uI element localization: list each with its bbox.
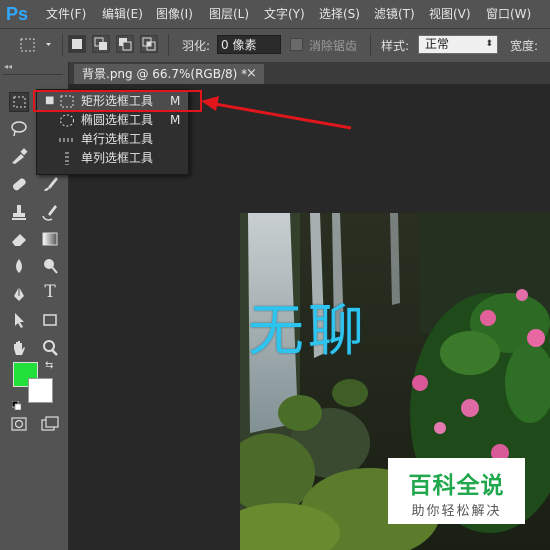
rect-marquee-icon <box>20 38 51 52</box>
width-label: 宽度: <box>510 39 539 53</box>
pen-icon <box>14 287 24 301</box>
new-selection-button[interactable] <box>68 35 86 53</box>
clone-stamp-tool[interactable] <box>9 202 29 222</box>
antialias-label: 消除锯齿 <box>309 39 358 53</box>
eraser-icon <box>12 234 26 246</box>
toolbox-collapse-button[interactable]: ◂◂ <box>4 62 12 71</box>
new-selection-icon <box>72 39 82 49</box>
rect-marquee-icon <box>13 96 26 108</box>
watermark-subtitle: 助你轻松解决 <box>411 504 502 519</box>
flyout-item-shortcut: M <box>170 113 181 127</box>
select-arrow-icon: ⬍ <box>485 39 493 49</box>
subtract-selection-button[interactable] <box>116 35 134 53</box>
flyout-item-label: 椭圆选框工具 <box>81 113 154 127</box>
add-selection-icon <box>94 37 107 50</box>
flyout-item-single-column-marquee[interactable]: 单列选框工具 <box>37 149 188 168</box>
quick-mask-button[interactable] <box>9 414 29 434</box>
brush-icon <box>44 177 58 191</box>
flyout-item-label: 单行选框工具 <box>81 132 154 146</box>
default-colors-icon[interactable] <box>11 395 22 411</box>
feather-input[interactable]: 0 像素 <box>217 35 281 54</box>
intersect-selection-button[interactable] <box>140 35 158 53</box>
separator <box>3 74 63 75</box>
magnifier-icon <box>43 340 58 356</box>
flyout-item-ellipse-marquee[interactable]: 椭圆选框工具 M <box>37 111 188 130</box>
single-row-marquee-icon <box>59 138 75 142</box>
subtract-selection-icon <box>119 38 132 51</box>
lasso-tool[interactable] <box>9 119 29 139</box>
history-brush-icon <box>42 205 57 221</box>
hand-icon <box>14 341 25 355</box>
watermark-title: 百科全说 <box>408 473 505 499</box>
annotation-arrow <box>201 96 352 130</box>
eyedropper-icon <box>12 148 28 164</box>
pen-tool[interactable] <box>9 284 29 304</box>
tool-preset-picker[interactable] <box>18 36 56 54</box>
watermark: 百科全说 助你轻松解决 <box>388 458 525 524</box>
bandage-icon <box>12 178 26 191</box>
document-tab-strip: 背景.png @ 66.7%(RGB/8) * × <box>69 62 550 84</box>
history-brush-tool[interactable] <box>40 202 60 222</box>
separator <box>168 34 169 56</box>
photoshop-logo: Ps <box>6 4 29 24</box>
menu-type[interactable]: 文字(Y) <box>264 5 305 22</box>
feather-label: 羽化: <box>182 39 211 53</box>
canvas-text-layer: 无聊 <box>248 299 368 364</box>
gradient-icon <box>42 232 58 246</box>
annotation-highlight-box <box>33 90 202 112</box>
gradient-tool[interactable] <box>40 229 60 249</box>
style-value: 正常 <box>425 37 450 51</box>
brush-tool[interactable] <box>40 174 60 194</box>
zoom-tool[interactable] <box>40 338 60 358</box>
single-column-marquee-icon <box>65 152 69 165</box>
rectangle-shape-tool[interactable] <box>40 310 60 330</box>
type-icon: T <box>44 282 56 302</box>
menu-edit[interactable]: 编辑(E) <box>102 5 143 22</box>
path-selection-tool[interactable] <box>9 310 29 330</box>
style-label: 样式: <box>381 39 410 53</box>
options-bar: 羽化: 0 像素 消除锯齿 样式: 正常 ⬍ 宽度: <box>0 29 550 63</box>
menu-file[interactable]: 文件(F) <box>46 5 86 22</box>
dodge-icon <box>44 259 58 274</box>
lasso-icon <box>11 121 27 137</box>
add-selection-button[interactable] <box>92 35 110 53</box>
hand-tool[interactable] <box>9 338 29 358</box>
dodge-tool[interactable] <box>40 256 60 276</box>
menu-select[interactable]: 选择(S) <box>319 5 360 22</box>
flyout-item-label: 单列选框工具 <box>81 151 154 165</box>
separator <box>370 34 371 56</box>
menu-image[interactable]: 图像(I) <box>156 5 193 22</box>
antialias-checkbox[interactable] <box>290 38 303 51</box>
close-icon[interactable]: × <box>246 64 257 84</box>
document-tab-title: 背景.png @ 66.7%(RGB/8) * <box>82 67 248 81</box>
screen-mode-icon <box>41 416 59 431</box>
separator <box>62 34 63 56</box>
intersect-selection-icon <box>142 37 156 51</box>
screen-mode-button[interactable] <box>40 414 60 434</box>
style-select[interactable]: 正常 ⬍ <box>418 35 498 54</box>
type-tool[interactable]: T <box>40 282 60 302</box>
blur-tool[interactable] <box>9 256 29 276</box>
rectangle-icon <box>43 314 57 326</box>
menu-filter[interactable]: 滤镜(T) <box>374 5 415 22</box>
ellipse-marquee-icon <box>60 114 74 127</box>
swap-colors-icon[interactable]: ⇆ <box>45 360 53 371</box>
arrow-cursor-icon <box>15 313 24 328</box>
eyedropper-tool[interactable] <box>9 146 29 166</box>
menu-view[interactable]: 视图(V) <box>429 5 471 22</box>
menu-layer[interactable]: 图层(L) <box>209 5 249 22</box>
menu-bar: Ps 文件(F) 编辑(E) 图像(I) 图层(L) 文字(Y) 选择(S) 滤… <box>0 0 550 29</box>
drop-icon <box>16 259 22 273</box>
menu-window[interactable]: 窗口(W) <box>486 5 531 22</box>
marquee-tool[interactable] <box>9 92 29 112</box>
quick-mask-icon <box>11 417 27 431</box>
healing-brush-tool[interactable] <box>9 174 29 194</box>
eraser-tool[interactable] <box>9 229 29 249</box>
stamp-icon <box>12 205 26 220</box>
document-tab[interactable]: 背景.png @ 66.7%(RGB/8) * × <box>74 64 264 84</box>
background-color-swatch[interactable] <box>28 378 53 403</box>
flyout-item-single-row-marquee[interactable]: 单行选框工具 <box>37 130 188 149</box>
